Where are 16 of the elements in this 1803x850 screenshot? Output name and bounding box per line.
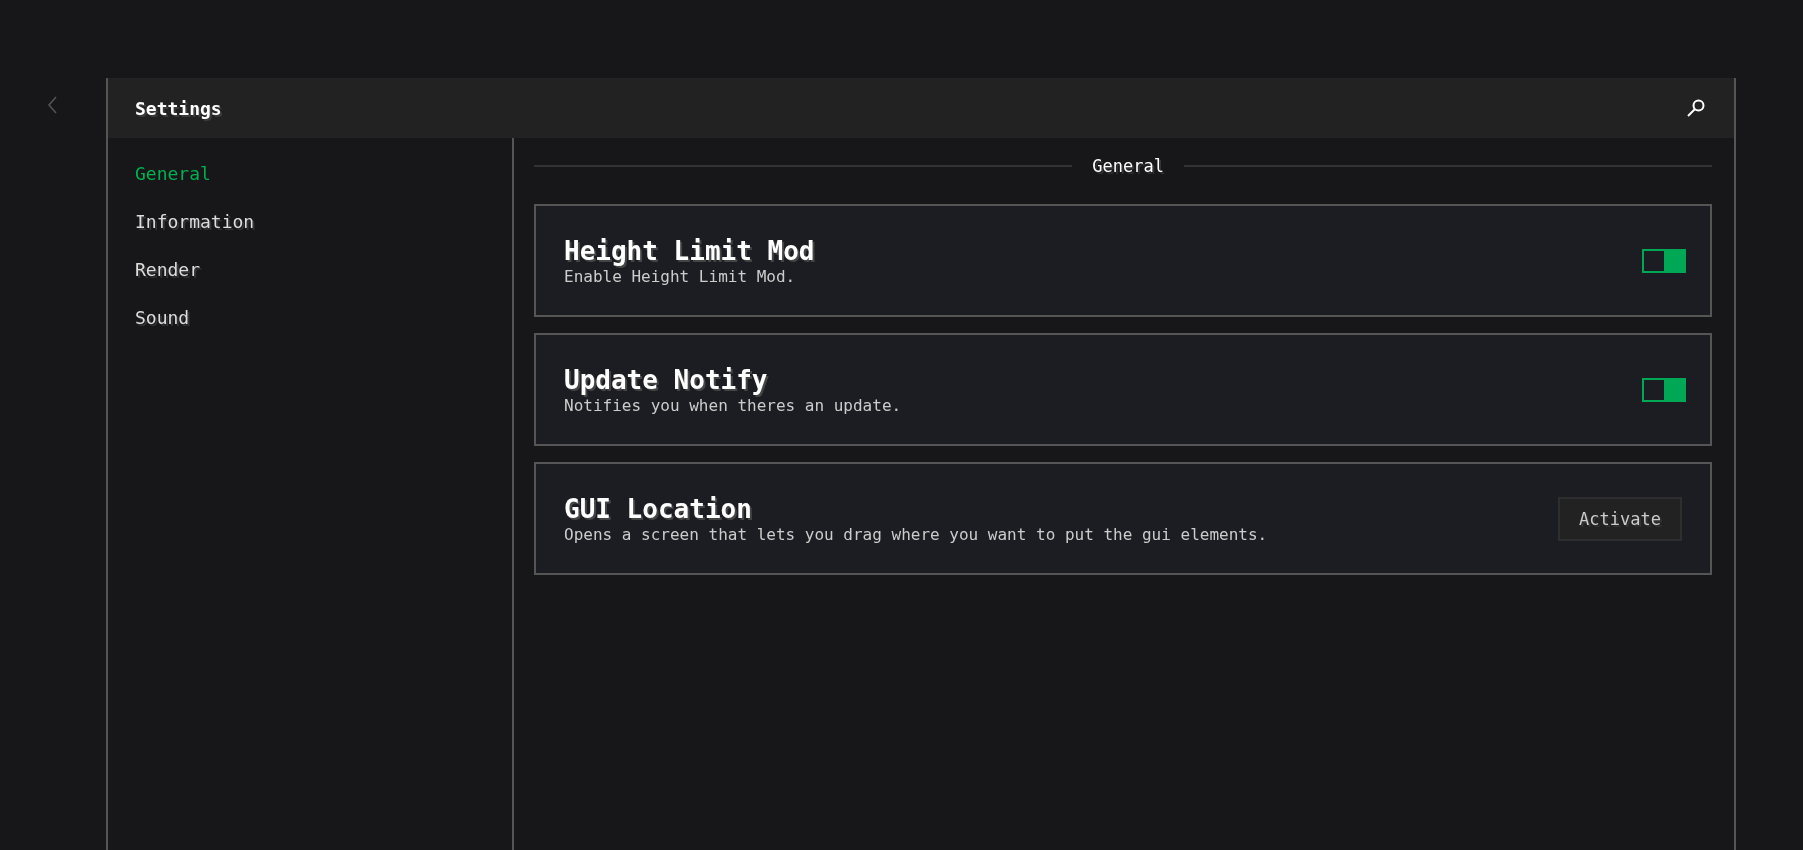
setting-description: Opens a screen that lets you drag where you want to put the gui elements. xyxy=(564,524,1268,545)
sidebar-item[interactable]: Information xyxy=(135,208,255,236)
setting-description: Notifies you when theres an update. xyxy=(564,395,902,416)
toggle-switch[interactable] xyxy=(1642,248,1686,273)
window-title: Settings xyxy=(135,97,222,119)
activate-button[interactable]: Activate xyxy=(1558,496,1682,541)
setting-title: Update Notify xyxy=(564,363,769,396)
setting-title: Height Limit Mod xyxy=(564,234,815,267)
setting-title: GUI Location xyxy=(564,492,753,525)
sidebar-item[interactable]: General xyxy=(135,160,211,188)
sidebar-item[interactable]: Sound xyxy=(135,304,190,332)
setting-description: Enable Height Limit Mod. xyxy=(564,266,797,287)
sidebar-item[interactable]: Render xyxy=(135,256,201,284)
toggle-switch[interactable] xyxy=(1642,377,1686,402)
search-icon[interactable] xyxy=(1686,98,1706,118)
section-title: General xyxy=(1092,156,1164,176)
